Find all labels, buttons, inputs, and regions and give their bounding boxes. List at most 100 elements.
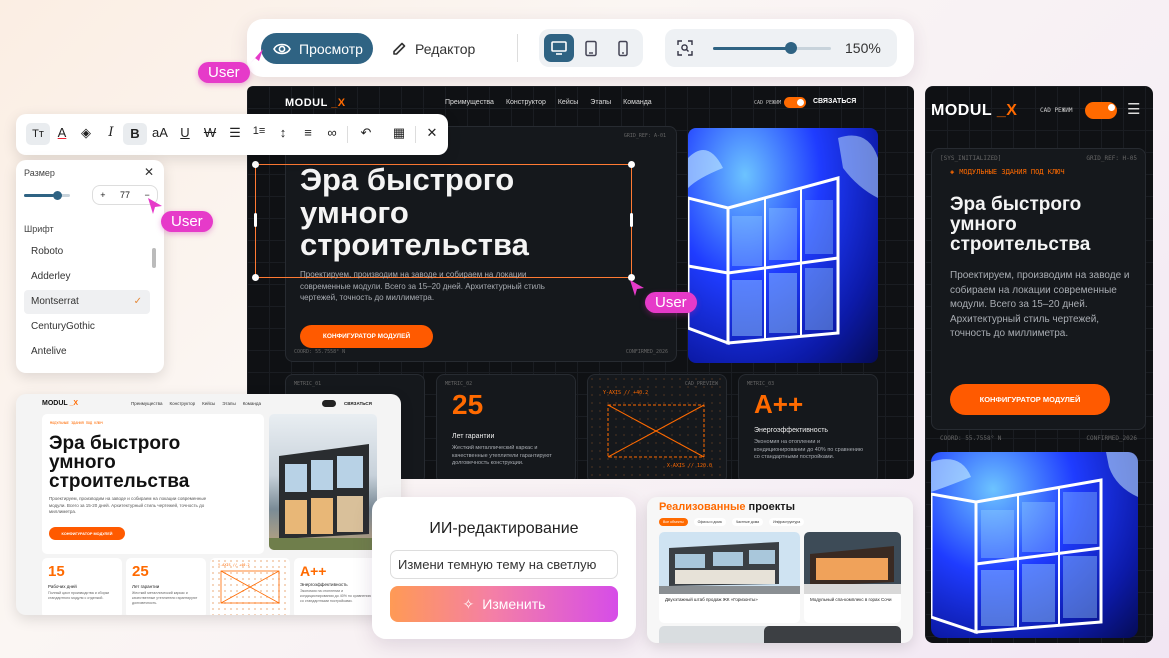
align-icon[interactable]: ≡ [299,125,317,140]
project-card[interactable]: Двухэтажный штаб продаж ЖК «Горизонты» [659,532,800,623]
filter-chip[interactable]: Частные дома [731,518,764,526]
nav-link[interactable]: Этапы [590,99,611,106]
hero-title-line: строительства [49,471,190,492]
highlight-icon[interactable]: ◈ [77,125,95,141]
configurator-button[interactable]: КОНФИГУРАТОР МОДУЛЕЙ [300,325,433,348]
cad-mode-label: CAD РЕЖИМ [1040,107,1073,114]
font-settings-panel: Размер ✕ + 77 − Шрифт Roboto Adderley Mo… [16,160,164,373]
zoom-slider-handle[interactable] [784,42,797,54]
project-card[interactable] [764,626,901,643]
cad-drawing [220,570,280,604]
configurator-button[interactable]: КОНФИГУРАТОР МОДУЛЕЙ [950,384,1110,415]
light-logo: MODUL _X [42,400,79,407]
configurator-button[interactable]: КОНФИГУРАТОР МОДУЛЕЙ [49,527,125,540]
italic-icon[interactable]: I [102,125,120,140]
hero-badge: МОДУЛЬНЫЕ ЗДАНИЯ ПОД КЛЮЧ [50,421,103,425]
metric-text: Жесткий металлический каркас и качествен… [132,591,198,605]
zoom-fit-icon[interactable] [677,40,693,56]
metric-card: METRIC_02 25 Лет гарантии Жесткий металл… [436,374,576,479]
hero-title-line: Эра быстрого [49,433,181,454]
close-icon[interactable]: ✕ [423,125,441,141]
nav-link[interactable]: Преимущества [445,99,494,106]
house-drawing [931,452,1138,635]
preview-toolbar: Просмотр Редактор 150% [247,19,914,77]
selection-handle[interactable] [252,274,259,281]
contact-button[interactable]: СВЯЗАТЬСЯ [813,98,856,105]
nav-link[interactable]: Кейсы [558,99,578,106]
editor-mode-button[interactable]: Редактор [377,33,489,64]
nav-link[interactable]: Этапы [222,401,235,406]
cursor-icon [148,198,162,214]
font-case-icon[interactable]: aA [151,125,169,140]
nav-link[interactable]: Преимущества [131,401,162,406]
cad-mode-toggle[interactable] [322,400,336,407]
scrollbar[interactable] [152,248,156,268]
magic-wand-icon: ✧ [462,595,475,612]
projects-title-rest: проекты [745,501,796,513]
view-mode-button[interactable]: Просмотр [261,33,373,64]
link-icon[interactable]: ∞ [323,125,341,140]
ai-prompt-input[interactable]: Измени темную тему на светлую [390,550,618,579]
selection-handle[interactable] [628,161,635,168]
numbered-list-icon[interactable]: 1≡ [250,125,268,137]
checker-icon[interactable]: ▦ [390,125,408,141]
line-height-icon[interactable]: ↕ [274,125,292,140]
ai-apply-button[interactable]: ✧ Изменить [390,586,618,622]
desktop-device-button[interactable] [544,34,574,62]
tablet-device-button[interactable] [576,34,606,62]
font-option[interactable]: Adderley [24,265,150,289]
project-photo [659,532,800,594]
cad-mode-toggle[interactable] [1085,102,1117,119]
strikethrough-icon[interactable]: W [201,125,219,140]
cad-mode-toggle[interactable] [784,97,806,108]
font-option[interactable]: Roboto [24,240,150,264]
filter-chip[interactable]: Офисы и дома [693,518,726,526]
metric-text: Жесткий металлический каркас и качествен… [452,445,552,467]
underline-icon[interactable]: U [176,125,194,140]
metric-title: Энергоэффективность [300,582,348,587]
selection-handle[interactable] [630,213,633,227]
selection-handle[interactable] [254,213,257,227]
filter-chip-active[interactable]: Все объекты [659,518,688,526]
text-size-icon[interactable]: Tт [26,123,50,145]
zoom-slider[interactable] [713,42,831,54]
hero-title-line: строительства [300,227,529,263]
site-logo: MODUL _X [285,97,346,109]
close-icon[interactable]: ✕ [144,165,154,179]
desktop-icon [551,41,567,55]
menu-icon[interactable]: ☰ [1127,100,1140,118]
size-plus-button[interactable]: + [100,190,105,200]
bold-icon[interactable]: B [123,123,147,145]
selection-handle[interactable] [252,161,259,168]
metric-title: Лет гарантии [132,584,160,589]
filter-chip[interactable]: Инфраструктура [769,518,805,526]
coord-label: COORD: 55.7558° N [940,435,1002,442]
nav-link[interactable]: Команда [243,401,261,406]
sys-label: [SYS_INITIALIZED] [940,155,1002,162]
font-option-selected[interactable]: Montserrat ✓ [24,290,150,314]
size-slider-handle[interactable] [53,191,62,200]
mobile-device-button[interactable] [608,34,638,62]
nav-link[interactable]: Команда [623,99,652,106]
font-option[interactable]: CenturyGothic [24,315,150,339]
hero-badge-text: МОДУЛЬНЫЕ ЗДАНИЯ ПОД КЛЮЧ [959,168,1065,176]
text-format-toolbar: Tт A ◈ I B aA U W ☰ 1≡ ↕ ≡ ∞ ↶ ▦ ✕ [16,114,448,155]
font-option[interactable]: Antelive [24,340,150,364]
y-axis-label: Y-AXIS // +40.2 [218,563,250,567]
text-color-icon[interactable]: A [53,125,71,140]
hero-title-line: Эра быстрого [950,194,1082,215]
project-card[interactable]: Модульный спа-комплекс в горах Сочи [804,532,901,623]
nav-link[interactable]: Конструктор [506,99,546,106]
bullet-list-icon[interactable]: ☰ [226,125,244,141]
house-drawing [688,135,878,346]
nav-link[interactable]: Конструктор [169,401,195,406]
nav-link[interactable]: Кейсы [202,401,215,406]
contact-button[interactable]: СВЯЗАТЬСЯ [344,401,372,406]
house-blueprint-image [688,128,878,363]
undo-link-icon[interactable]: ↶ [357,125,375,141]
project-photo [804,532,901,594]
cad-drawing [607,404,705,458]
house-photo-drawing [269,444,377,550]
size-slider[interactable] [24,191,70,200]
metric-value: A++ [300,563,327,579]
